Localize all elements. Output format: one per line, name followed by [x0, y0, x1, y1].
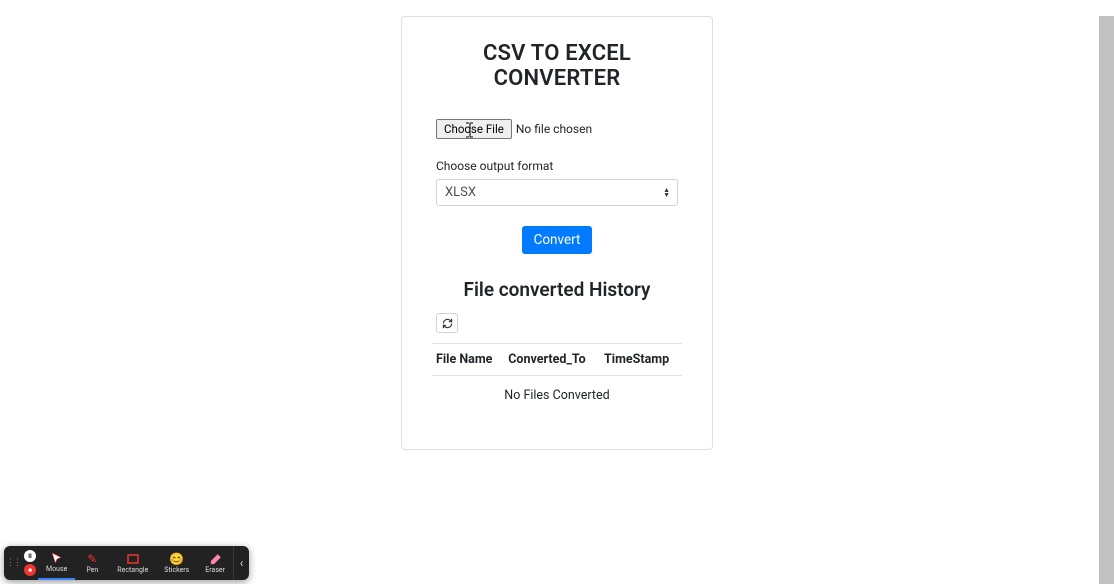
vertical-scrollbar[interactable]	[1099, 16, 1114, 584]
col-timestamp: TimeStamp	[600, 344, 682, 376]
pause-button[interactable]: II	[24, 550, 36, 562]
drag-handle-icon[interactable]	[4, 546, 22, 580]
file-status-text: No file chosen	[516, 122, 592, 136]
mouse-icon	[50, 552, 63, 565]
col-filename: File Name	[432, 344, 504, 376]
page-title: CSV TO EXCEL CONVERTER	[436, 41, 678, 91]
tool-eraser[interactable]: Eraser	[197, 546, 233, 580]
tool-pen[interactable]: ✎ Pen	[75, 546, 109, 580]
collapse-toolbar-button[interactable]: ‹	[233, 546, 249, 580]
col-converted-to: Converted_To	[504, 344, 600, 376]
scrollbar-thumb[interactable]	[1099, 16, 1114, 584]
sticker-icon: 😊	[169, 553, 184, 566]
output-format-select[interactable]: XLSX	[436, 179, 678, 206]
convert-button[interactable]: Convert	[522, 226, 593, 254]
converter-card: CSV TO EXCEL CONVERTER Choose File No fi…	[401, 16, 713, 450]
refresh-icon	[442, 318, 453, 329]
history-table: File Name Converted_To TimeStamp No File…	[432, 343, 682, 415]
stop-button[interactable]: ■	[24, 564, 36, 576]
table-empty-row: No Files Converted	[432, 376, 682, 416]
tool-rectangle[interactable]: Rectangle	[109, 546, 156, 580]
history-title: File converted History	[436, 278, 678, 301]
refresh-button[interactable]	[436, 313, 458, 333]
empty-message: No Files Converted	[432, 376, 682, 416]
output-format-label: Choose output format	[436, 159, 678, 173]
recording-toolbar: II ■ Mouse ✎ Pen Rectangle 😊 Stickers Er…	[4, 546, 249, 580]
file-input-row: Choose File No file chosen	[436, 119, 678, 139]
record-controls: II ■	[22, 546, 38, 580]
pen-icon: ✎	[87, 553, 97, 566]
choose-file-button[interactable]: Choose File	[436, 119, 512, 139]
eraser-icon	[209, 553, 222, 566]
table-header-row: File Name Converted_To TimeStamp	[432, 344, 682, 376]
output-format-select-wrap: XLSX ▲▼	[436, 179, 678, 206]
tool-stickers[interactable]: 😊 Stickers	[156, 546, 197, 580]
tool-mouse[interactable]: Mouse	[38, 546, 75, 580]
rectangle-icon	[127, 553, 139, 566]
